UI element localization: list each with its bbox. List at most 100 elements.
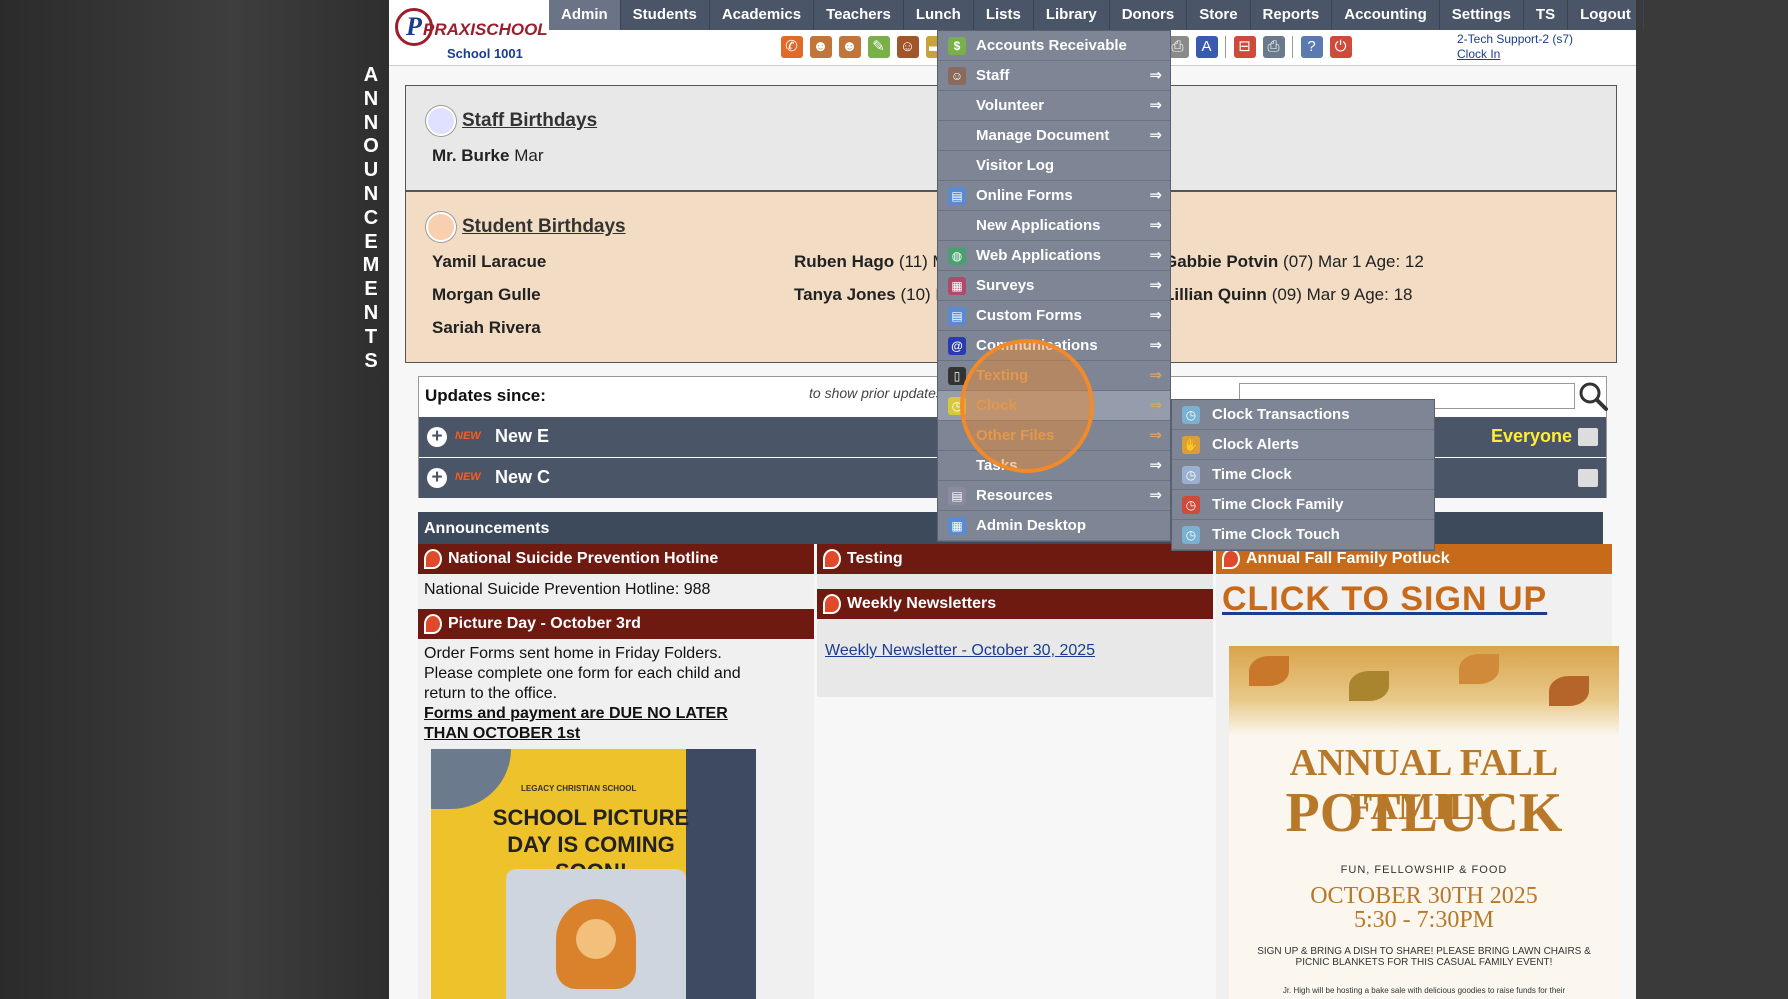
menu-item-volunteer[interactable]: Volunteer ⇒: [938, 91, 1170, 121]
pdf-icon[interactable]: ⊟: [1233, 36, 1256, 58]
update-row-text: New C: [495, 467, 551, 487]
menu-item-label: Visitor Log: [976, 157, 1055, 174]
nav-academics[interactable]: Academics: [710, 0, 815, 30]
group-icon[interactable]: ☺: [896, 36, 919, 58]
pin-icon: [1222, 549, 1240, 569]
menu-item-admin-desktop[interactable]: ▦ Admin Desktop: [938, 511, 1170, 541]
html-icon: ▤: [948, 307, 966, 325]
menu-item-visitor-log[interactable]: Visitor Log: [938, 151, 1170, 181]
nav-library[interactable]: Library: [1034, 0, 1110, 30]
menu-item-other-files[interactable]: Other Files ⇒: [938, 421, 1170, 451]
announcement-text: National Suicide Prevention Hotline: 988: [424, 581, 711, 598]
announcement-title[interactable]: Testing: [817, 544, 1213, 574]
nav-students[interactable]: Students: [621, 0, 710, 30]
nav-settings[interactable]: Settings: [1440, 0, 1524, 30]
expand-icon[interactable]: +: [427, 468, 447, 488]
newsletter-link[interactable]: Weekly Newsletter - October 30, 2025: [825, 642, 1095, 659]
leaf-icon: [1349, 671, 1389, 701]
power-icon[interactable]: ⏻: [1329, 36, 1352, 58]
menu-item-clock[interactable]: ◷ Clock ⇒: [938, 391, 1170, 421]
menu-item-label: Volunteer: [976, 97, 1045, 114]
menu-item-new-applications[interactable]: New Applications ⇒: [938, 211, 1170, 241]
menu-item-accounts-receivable[interactable]: $ Accounts Receivable: [938, 31, 1170, 61]
lion-face-image: [576, 919, 616, 959]
person-icon[interactable]: ☻: [838, 36, 861, 58]
announcement-text: Order Forms sent home in Friday Folders.…: [424, 645, 741, 742]
menu-item-clock-transactions[interactable]: ◷ Clock Transactions: [1172, 400, 1434, 430]
menu-item-clock-alerts[interactable]: ✋ Clock Alerts: [1172, 430, 1434, 460]
submenu-arrow-icon: ⇒: [1149, 127, 1162, 144]
menu-item-label: Tasks: [976, 457, 1018, 474]
nav-logout[interactable]: Logout: [1568, 0, 1644, 30]
potluck-flyer[interactable]: ANNUAL FALL FAMILY POTLUCK FUN, FELLOWSH…: [1229, 646, 1619, 999]
phone-icon: ▯: [948, 367, 966, 385]
announcements-column-3: Annual Fall Family Potluck CLICK TO SIGN…: [1216, 544, 1619, 999]
menu-item-manage-document[interactable]: Manage Document ⇒: [938, 121, 1170, 151]
nav-reports[interactable]: Reports: [1251, 0, 1333, 30]
staff-icon: ☺: [948, 67, 966, 85]
main-page: P PRAXISCHOOL School 1001 Admin Students A…: [389, 0, 1644, 999]
search-icon[interactable]: [1577, 380, 1609, 412]
menu-item-label: Time Clock Touch: [1212, 526, 1340, 543]
menu-item-custom-forms[interactable]: ▤ Custom Forms ⇒: [938, 301, 1170, 331]
side-banner-letter: M: [362, 254, 380, 277]
user-info: 2-Tech Support-2 (s7) Clock In: [1457, 32, 1573, 62]
resources-icon: ▤: [948, 487, 966, 505]
menu-item-label: Time Clock: [1212, 466, 1292, 483]
flyer-note: SIGN UP & BRING A DISH TO SHARE! PLEASE …: [1257, 946, 1591, 968]
menu-item-time-clock[interactable]: ◷ Time Clock: [1172, 460, 1434, 490]
megaphone-icon[interactable]: ✆: [780, 36, 803, 58]
staff-birthdays-title[interactable]: Staff Birthdays: [462, 110, 597, 132]
pin-icon: [823, 549, 841, 569]
student-birthday-entry: Morgan Gulle: [432, 285, 541, 304]
nav-lists[interactable]: Lists: [974, 0, 1034, 30]
menu-item-texting[interactable]: ▯ Texting ⇒: [938, 361, 1170, 391]
nav-admin[interactable]: Admin: [549, 0, 621, 30]
nav-lunch[interactable]: Lunch: [904, 0, 974, 30]
menu-item-label: Time Clock Family: [1212, 496, 1344, 513]
toolbar-separator: [1225, 36, 1226, 58]
pin-icon: [424, 549, 442, 569]
student-birthdays-title[interactable]: Student Birthdays: [462, 216, 626, 238]
help-icon[interactable]: ?: [1300, 36, 1323, 58]
nav-teachers[interactable]: Teachers: [814, 0, 904, 30]
printer-icon[interactable]: [1578, 469, 1598, 487]
clock-in-link[interactable]: Clock In: [1457, 47, 1500, 61]
menu-item-staff[interactable]: ☺ Staff ⇒: [938, 61, 1170, 91]
sign-up-link[interactable]: CLICK TO SIGN UP: [1222, 580, 1547, 619]
announcement-title[interactable]: Picture Day - October 3rd: [418, 609, 814, 639]
picture-day-flyer[interactable]: LEGACY CHRISTIAN SCHOOL SCHOOL PICTURE D…: [431, 749, 756, 999]
ap-icon[interactable]: A: [1195, 36, 1218, 58]
money-icon[interactable]: ✎: [867, 36, 890, 58]
announcement-title[interactable]: Weekly Newsletters: [817, 589, 1213, 619]
side-banner-letter: N: [363, 182, 379, 205]
menu-item-resources[interactable]: ▤ Resources ⇒: [938, 481, 1170, 511]
side-banner-letter: N: [363, 111, 379, 134]
nav-accounting[interactable]: Accounting: [1332, 0, 1440, 30]
staff-birthday-entry: Mr. Burke Mar: [432, 146, 544, 165]
menu-item-web-applications[interactable]: ◍ Web Applications ⇒: [938, 241, 1170, 271]
printer-icon[interactable]: [1578, 428, 1598, 446]
menu-item-label: Accounts Receivable: [976, 37, 1127, 54]
print-icon[interactable]: ⎙: [1262, 36, 1285, 58]
menu-item-label: Online Forms: [976, 187, 1073, 204]
nav-donors[interactable]: Donors: [1110, 0, 1188, 30]
menu-item-time-clock-touch[interactable]: ◷ Time Clock Touch: [1172, 520, 1434, 550]
submenu-arrow-icon: ⇒: [1149, 307, 1162, 324]
menu-item-time-clock-family[interactable]: ◷ Time Clock Family: [1172, 490, 1434, 520]
menu-item-surveys[interactable]: ▦ Surveys ⇒: [938, 271, 1170, 301]
submenu-arrow-icon: ⇒: [1149, 67, 1162, 84]
menu-item-tasks[interactable]: Tasks ⇒: [938, 451, 1170, 481]
new-badge: NEW: [455, 430, 481, 442]
person-icon[interactable]: ☻: [809, 36, 832, 58]
logo[interactable]: P PRAXISCHOOL School 1001: [393, 6, 548, 62]
nav-ts[interactable]: TS: [1524, 0, 1569, 30]
flyer-date: OCTOBER 30TH 2025 5:30 - 7:30PM: [1310, 883, 1538, 933]
nav-store[interactable]: Store: [1187, 0, 1251, 30]
school-name: School 1001: [447, 46, 523, 61]
menu-item-communications[interactable]: @ Communications ⇒: [938, 331, 1170, 361]
announcement-title[interactable]: National Suicide Prevention Hotline: [418, 544, 814, 574]
flyer-small-print: Jr. High will be hosting a bake sale wit…: [1282, 986, 1566, 995]
expand-icon[interactable]: +: [427, 427, 447, 447]
menu-item-online-forms[interactable]: ▤ Online Forms ⇒: [938, 181, 1170, 211]
